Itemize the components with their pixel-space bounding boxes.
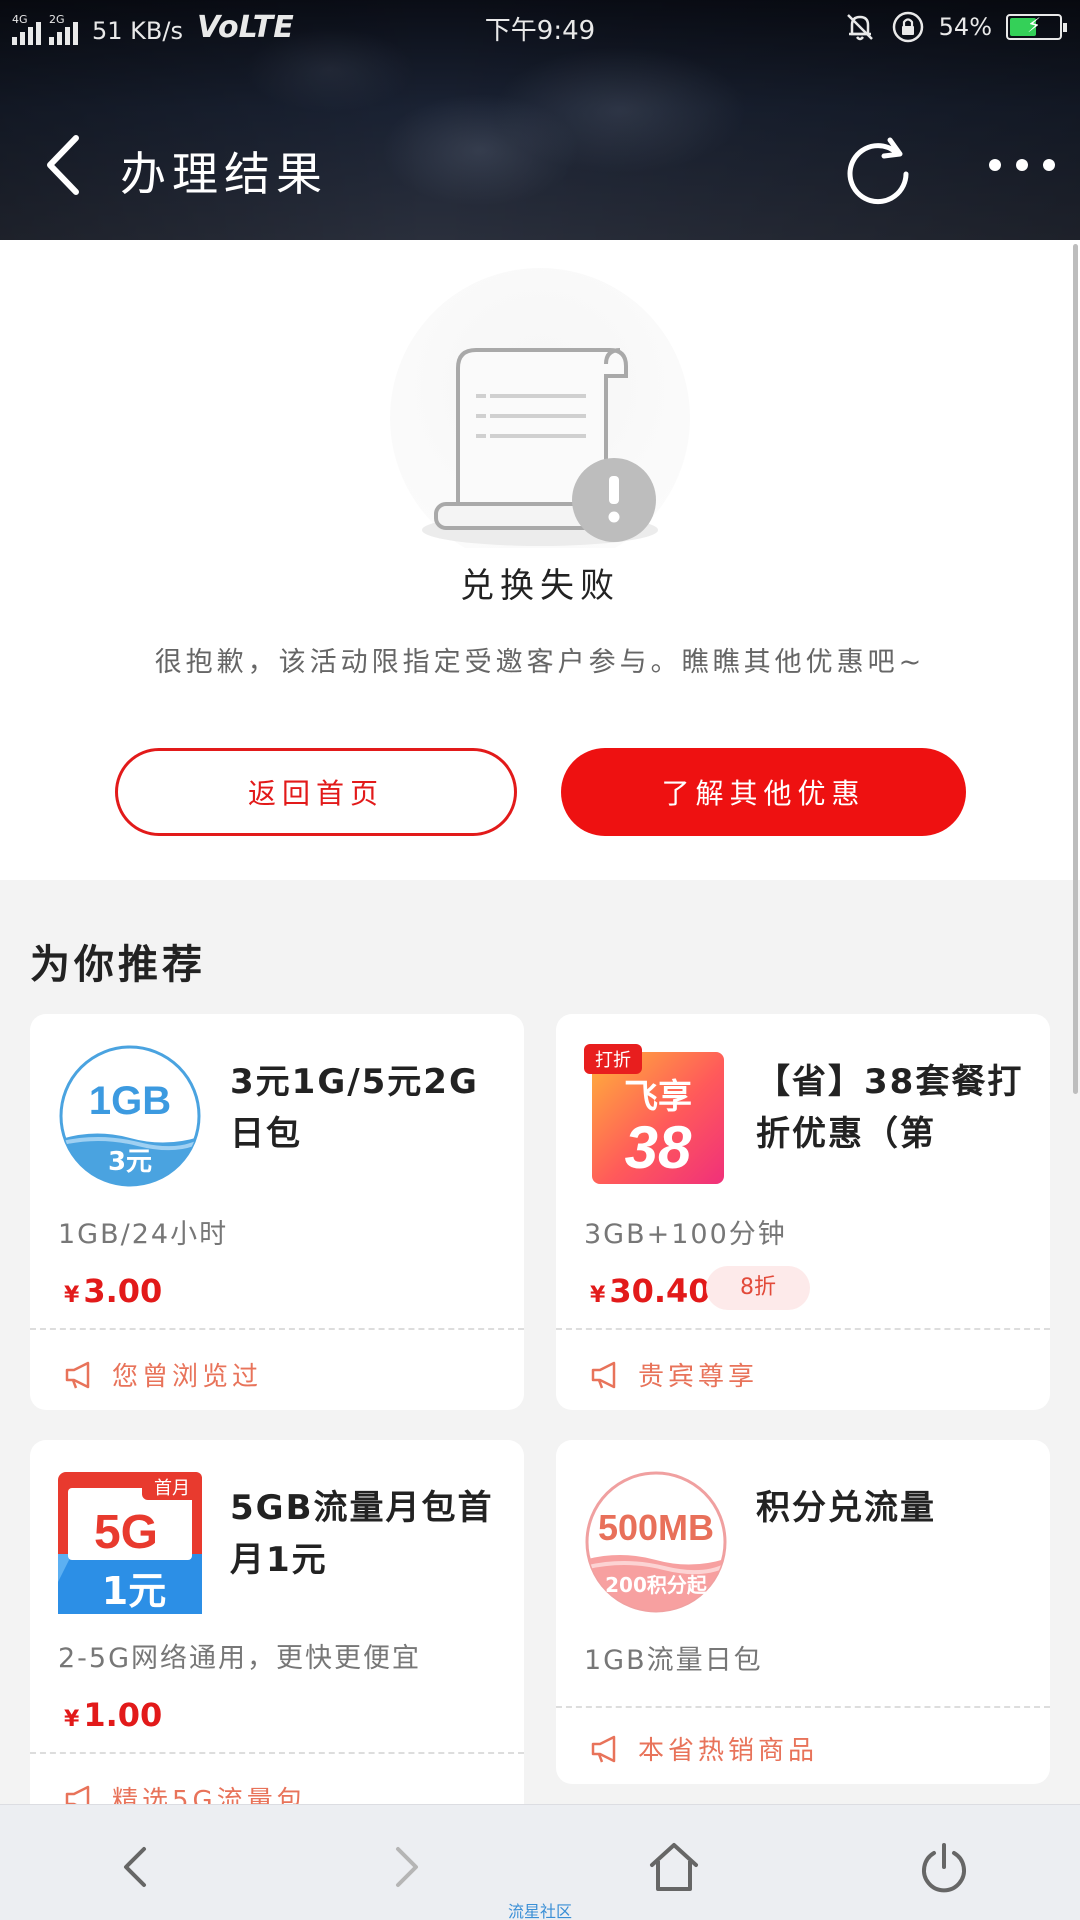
back-home-button[interactable]: 返回首页	[115, 748, 517, 836]
rotation-lock-icon	[892, 11, 923, 43]
page-title: 办理结果	[120, 147, 328, 201]
result-panel: 兑换失败 很抱歉，该活动限指定受邀客户参与。瞧瞧其他优惠吧~ 返回首页 了解其他…	[0, 240, 1080, 880]
recommend-title: 为你推荐	[30, 942, 206, 988]
item-price: ¥1.00	[64, 1696, 163, 1734]
recommend-card-points-data[interactable]: 500MB 200积分起 积分兑流量 1GB流量日包 本省热销商品	[556, 1440, 1050, 1784]
item-price: ¥3.00	[64, 1272, 163, 1310]
mute-icon	[846, 14, 873, 41]
megaphone-icon	[591, 1361, 616, 1388]
svg-text:1元: 1元	[102, 1569, 166, 1613]
item-desc: 3GB+100分钟	[584, 1219, 787, 1250]
other-offers-button[interactable]: 了解其他优惠	[561, 748, 966, 836]
svg-text:200积分起: 200积分起	[605, 1573, 708, 1597]
item-name: 5GB流量月包首月1元	[230, 1488, 494, 1580]
recommend-card-5gb[interactable]: 首月 5G 1元 5GB流量月包首月1元 2-5G网络通用，更快更便宜 ¥1.0…	[30, 1440, 524, 1840]
500mb-points-thumb: 500MB 200积分起	[585, 1471, 727, 1613]
item-desc: 1GB/24小时	[58, 1219, 229, 1250]
item-tag: 本省热销商品	[590, 1730, 818, 1767]
discount-badge: 8折	[706, 1266, 810, 1310]
megaphone-icon	[65, 1361, 90, 1388]
document-alert-icon	[390, 268, 690, 548]
item-tag: 贵宾尊享	[590, 1356, 758, 1393]
result-message: 很抱歉，该活动限指定受邀客户参与。瞧瞧其他优惠吧~	[154, 647, 926, 678]
svg-text:500MB: 500MB	[598, 1507, 714, 1548]
recommend-card-38-plan[interactable]: 打折 飞享 38 【省】38套餐打折优惠（第 3GB+100分钟 ¥30.40 …	[556, 1014, 1050, 1410]
svg-text:打折: 打折	[595, 1050, 631, 1071]
svg-text:38: 38	[625, 1114, 692, 1181]
app-header: 4G 2G 51 KB/s VoLTE 下午9:49 54% ⚡ 办理结果	[0, 0, 1080, 240]
item-tag: 您曾浏览过	[64, 1356, 262, 1393]
arrow-right-icon[interactable]	[378, 1839, 434, 1895]
item-price: ¥30.40	[590, 1272, 711, 1310]
svg-text:5G: 5G	[94, 1506, 158, 1559]
battery-icon: ⚡	[1006, 13, 1067, 40]
1gb-package-thumb: 1GB 3元	[59, 1045, 201, 1187]
svg-text:飞享: 飞享	[624, 1077, 692, 1117]
item-name: 3元1G/5元2G日包	[230, 1062, 479, 1154]
power-icon[interactable]	[916, 1839, 972, 1895]
chevron-left-icon[interactable]	[38, 130, 98, 200]
svg-text:3元: 3元	[108, 1147, 152, 1177]
home-icon[interactable]	[646, 1839, 702, 1895]
arrow-left-icon[interactable]	[108, 1839, 164, 1895]
recommend-card-1gb[interactable]: 1GB 3元 3元1G/5元2G日包 1GB/24小时 ¥3.00 您曾浏览过	[30, 1014, 524, 1410]
more-dots-icon[interactable]	[985, 150, 1060, 180]
battery-percent: 54%	[938, 13, 992, 41]
item-name: 【省】38套餐打折优惠（第	[756, 1062, 1024, 1154]
svg-text:首月: 首月	[154, 1478, 190, 1499]
item-name: 积分兑流量	[756, 1488, 936, 1528]
status-bar: 4G 2G 51 KB/s VoLTE 下午9:49 54% ⚡	[0, 0, 1080, 56]
scrollbar[interactable]	[1073, 244, 1078, 1094]
megaphone-icon	[591, 1735, 616, 1762]
item-desc: 1GB流量日包	[584, 1645, 763, 1676]
result-title: 兑换失败	[460, 566, 620, 606]
refresh-icon[interactable]	[840, 132, 916, 208]
5g-package-thumb: 首月 5G 1元	[58, 1472, 202, 1614]
watermark: 流星社区	[507, 1902, 572, 1920]
item-desc: 2-5G网络通用，更快更便宜	[58, 1643, 422, 1674]
svg-text:1GB: 1GB	[89, 1079, 171, 1123]
nav-bar: 办理结果	[0, 120, 1080, 220]
38-plan-thumb: 打折 飞享 38	[584, 1044, 724, 1184]
